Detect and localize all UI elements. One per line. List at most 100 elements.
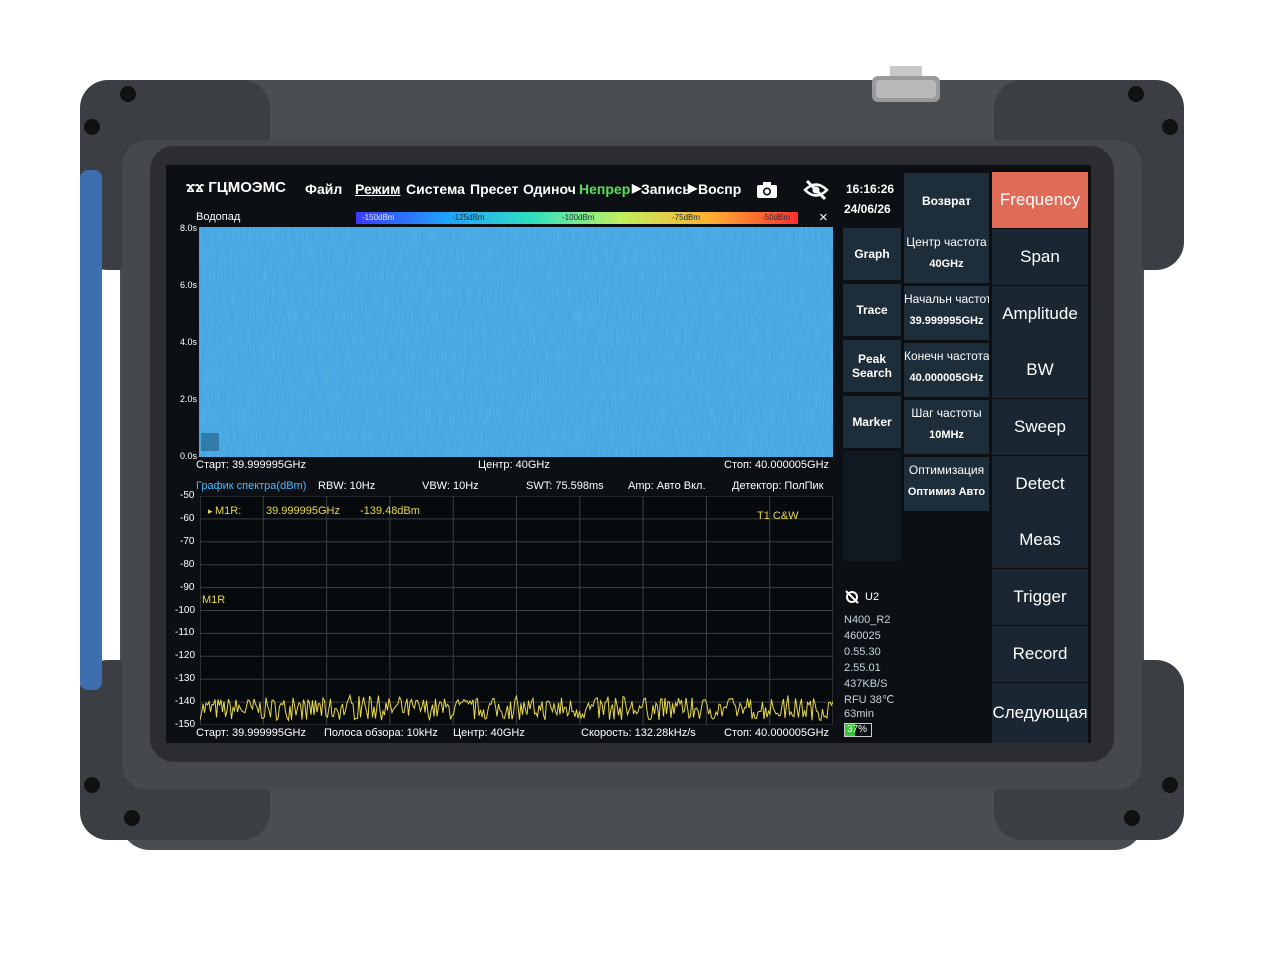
- spectrum-y-label: -80: [180, 559, 195, 570]
- optimization-param[interactable]: Оптимизация Оптимиз Авто: [904, 457, 989, 511]
- waterfall-center: Центр: 40GHz: [478, 459, 550, 471]
- param-label: Шаг частоты: [911, 406, 982, 420]
- marker-readout-label: M1R:: [215, 505, 242, 517]
- rf-connector: [872, 66, 940, 102]
- spectrum-span: Полоса обзора: 10kHz: [324, 727, 438, 739]
- spectrum-y-label: -150: [175, 719, 196, 730]
- graph-button[interactable]: Graph: [843, 228, 901, 280]
- param-value: Оптимиз Авто: [907, 486, 986, 498]
- waterfall-y-label: 8.0s: [180, 223, 198, 233]
- frequency-menu-button[interactable]: Frequency: [992, 172, 1088, 228]
- spectrum-y-label: -90: [180, 582, 195, 593]
- span-menu-button[interactable]: Span: [992, 229, 1088, 285]
- spectrum-y-label: -130: [175, 673, 196, 684]
- status-line: 460025: [844, 630, 881, 642]
- waterfall-color-scale: -150dBm -125dBm -100dBm -75dBm -50dBm: [356, 212, 798, 224]
- param-value: 39.999995GHz: [909, 315, 984, 327]
- waterfall-title: Водопад: [196, 211, 241, 223]
- eye-off-icon[interactable]: [803, 179, 829, 201]
- status-line: 0.55.30: [844, 646, 881, 658]
- waterfall-close-icon[interactable]: ×: [819, 209, 828, 226]
- waterfall-y-label: 2.0s: [180, 394, 198, 404]
- marker-readout-arrow: ▸: [208, 506, 213, 516]
- spectrum-y-label: -100: [175, 605, 196, 616]
- scale-label-150: -150dBm: [362, 213, 395, 222]
- amp-value: Amp: Авто Вкл.: [628, 480, 706, 492]
- spectrum-stop: Стоп: 40.000005GHz: [724, 727, 830, 739]
- meas-menu-button[interactable]: Meas: [992, 512, 1088, 568]
- trace-label: T1 C&W: [757, 510, 799, 522]
- spectrum-title: График спектра(dBm): [196, 480, 307, 492]
- peak-search-button[interactable]: Peak Search: [843, 340, 901, 392]
- scale-label-125: -125dBm: [452, 213, 485, 222]
- amplitude-menu-button[interactable]: Amplitude: [992, 286, 1088, 342]
- detect-menu-button[interactable]: Detect: [992, 456, 1088, 512]
- stop-frequency-param[interactable]: Конечн частота 40.000005GHz: [904, 343, 989, 397]
- camera-icon[interactable]: [756, 181, 778, 199]
- marker-button[interactable]: Marker: [843, 396, 901, 448]
- param-value: 40.000005GHz: [909, 372, 984, 384]
- waterfall-y-label: 6.0s: [180, 280, 198, 290]
- record-menu-button[interactable]: Record: [992, 626, 1088, 682]
- center-frequency-param[interactable]: Центр частота 40GHz: [904, 229, 989, 283]
- clock-date: 24/06/26: [844, 202, 891, 216]
- scale-label-100: -100dBm: [562, 213, 595, 222]
- menu-file[interactable]: Файл: [305, 181, 342, 197]
- menu-playback[interactable]: Воспр: [698, 181, 741, 197]
- menu-record[interactable]: Запись: [641, 181, 691, 197]
- param-label: Центр частота: [906, 235, 987, 249]
- signal-off-icon: [845, 590, 859, 604]
- spectrum-plot[interactable]: [200, 496, 833, 725]
- menu-preset[interactable]: Пресет: [470, 181, 518, 197]
- status-line: 2.55.01: [844, 662, 881, 674]
- sweep-menu-button[interactable]: Sweep: [992, 399, 1088, 455]
- side-panel-fill: [843, 451, 901, 561]
- marker-readout-level: -139.48dBm: [360, 505, 420, 517]
- spectrum-y-label: -60: [180, 513, 195, 524]
- battery-icon: 37%: [844, 723, 872, 737]
- waterfall-y-label: 4.0s: [180, 337, 198, 347]
- status-line: 63min: [844, 708, 874, 720]
- status-line: N400_R2: [844, 614, 891, 626]
- back-button[interactable]: Возврат: [904, 173, 989, 229]
- marker-tag[interactable]: M1R: [202, 594, 225, 606]
- start-frequency-param[interactable]: Начальн частота 39.999995GHz: [904, 286, 989, 340]
- next-menu-button[interactable]: Следующая: [992, 683, 1088, 743]
- spectrum-y-label: -110: [175, 627, 195, 638]
- waterfall-start: Старт: 39.999995GHz: [196, 459, 306, 471]
- status-line: 437KB/S: [844, 678, 888, 690]
- param-label: Начальн частота: [904, 292, 989, 306]
- trigger-menu-button[interactable]: Trigger: [992, 569, 1088, 625]
- spectrum-y-label: -140: [175, 696, 196, 707]
- bw-menu-button[interactable]: BW: [992, 342, 1088, 398]
- spectrum-start: Старт: 39.999995GHz: [196, 727, 306, 739]
- menu-single[interactable]: Одиноч: [523, 181, 576, 197]
- swt-value: SWT: 75.598ms: [526, 480, 604, 492]
- menu-mode[interactable]: Режим: [355, 181, 400, 197]
- detector-value: Детектор: ПолПик: [732, 480, 824, 492]
- rbw-value: RBW: 10Hz: [318, 480, 376, 492]
- spectrum-y-label: -120: [175, 650, 196, 661]
- trace-button[interactable]: Trace: [843, 284, 901, 336]
- battery-percent: 37%: [847, 724, 868, 735]
- menu-system[interactable]: Система: [406, 181, 465, 197]
- waterfall-stop: Стоп: 40.000005GHz: [724, 459, 830, 471]
- device-name: U2: [865, 591, 880, 603]
- status-line: RFU 38℃: [844, 694, 895, 706]
- clock-time: 16:16:26: [846, 182, 895, 196]
- sweep-speed: Скорость: 132.28kHz/s: [581, 727, 696, 739]
- spectrum-center: Центр: 40GHz: [453, 727, 525, 739]
- spectrum-y-label: -70: [180, 536, 195, 547]
- waterfall-display[interactable]: [199, 227, 833, 457]
- logo: ϫϫ ГЦМОЭМС: [186, 179, 286, 196]
- play-record-icon: ▶: [632, 181, 642, 195]
- menu-continuous[interactable]: Непрер: [579, 181, 630, 197]
- marker-readout-frequency: 39.999995GHz: [266, 505, 340, 517]
- scale-label-50: -50dBm: [762, 213, 791, 222]
- spectrum-y-label: -50: [180, 490, 195, 501]
- waterfall-y-label: 0.0s: [180, 451, 198, 461]
- play-icon: ▶: [688, 181, 698, 195]
- param-value: 40GHz: [929, 258, 964, 270]
- frequency-step-param[interactable]: Шаг частоты 10MHz: [904, 400, 989, 454]
- screen: ϫϫ ГЦМОЭМС Файл Режим Система Пресет Оди…: [166, 165, 1091, 743]
